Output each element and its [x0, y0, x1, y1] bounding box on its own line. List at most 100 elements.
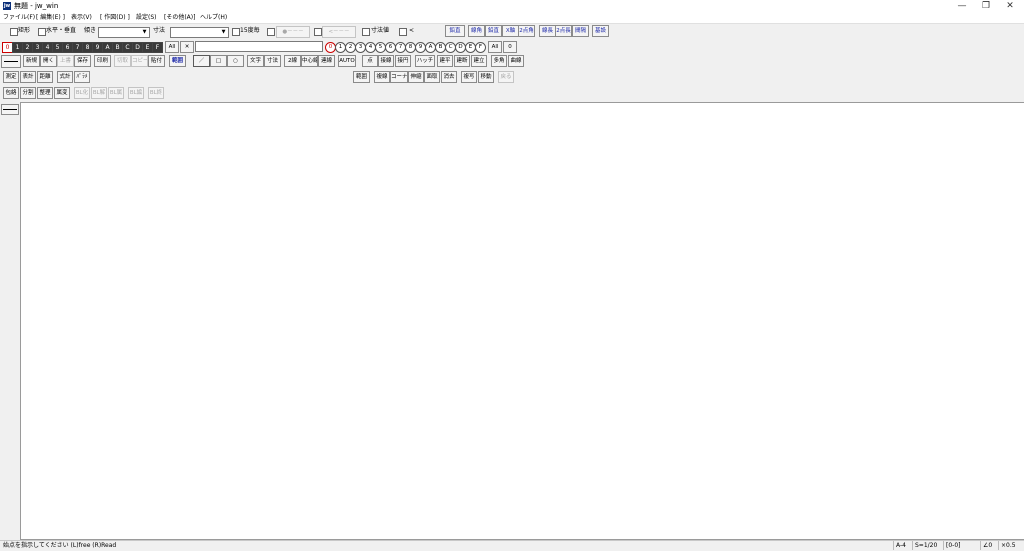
distance-button[interactable]: 距離 — [37, 71, 53, 83]
section-button[interactable]: 建断 — [454, 55, 470, 67]
envelope-button[interactable]: 包絡 — [3, 87, 19, 99]
layers-clear-button[interactable]: ✕ — [180, 41, 194, 53]
drawing-canvas[interactable] — [20, 102, 1024, 540]
close-button[interactable]: ✕ — [998, 0, 1022, 12]
window-title: 無題 - jw_win — [14, 2, 59, 10]
tool-line-length-button[interactable]: 線長 — [539, 25, 556, 37]
range-button[interactable]: 範囲 — [169, 55, 186, 67]
linetype-preview[interactable] — [1, 55, 21, 68]
deg15-label: 15度毎 — [240, 27, 260, 34]
tangent-circle-button[interactable]: 接円 — [395, 55, 411, 67]
open-button[interactable]: 開く — [40, 55, 57, 67]
dots2-button[interactable]: <－－－ — [322, 26, 356, 38]
point-button[interactable]: 点 — [362, 55, 378, 67]
layers-all-button[interactable]: All — [165, 41, 179, 53]
menu-other[interactable]: [その他(A)] — [164, 13, 195, 22]
draw-rect-button[interactable]: □ — [210, 55, 227, 67]
tool-vertical-button[interactable]: 鉛直 — [445, 25, 465, 37]
overwrite-button[interactable]: 上書 — [57, 55, 74, 67]
tool-interval-button[interactable]: 間隔 — [572, 25, 589, 37]
menu-draw[interactable]: [ 作図(D) ] — [100, 13, 130, 22]
groups-zero-button[interactable]: 0 — [503, 41, 517, 53]
zoom-display[interactable]: ×0.5 — [998, 541, 1023, 550]
block-edit-button[interactable]: BL編 — [128, 87, 144, 99]
groups-all-button[interactable]: All — [488, 41, 502, 53]
menu-file[interactable]: ファイル(F) — [3, 13, 35, 22]
corner-button[interactable]: コーナー — [390, 71, 408, 83]
menu-help[interactable]: ヘルプ(H) — [200, 13, 227, 22]
layer-name-field[interactable] — [195, 41, 323, 52]
select-range-button[interactable]: 範囲 — [353, 71, 370, 83]
minimize-button[interactable]: — — [950, 0, 974, 12]
paste-button[interactable]: 貼付 — [148, 55, 165, 67]
rect-checkbox[interactable] — [10, 28, 18, 36]
erase-button[interactable]: 消去 — [441, 71, 457, 83]
hatch-button[interactable]: ハッチ — [415, 55, 435, 67]
block-attr-button[interactable]: BL属 — [108, 87, 124, 99]
tool-line-angle-button[interactable]: 線角 — [468, 25, 485, 37]
table-calc-button[interactable]: 表計 — [20, 71, 36, 83]
tangent-button[interactable]: 接線 — [378, 55, 394, 67]
polygon-button[interactable]: 多角 — [491, 55, 507, 67]
duplicate-button[interactable]: 複写 — [461, 71, 477, 83]
linewidth-preview[interactable] — [1, 104, 19, 115]
chamfer-button[interactable]: 面取 — [424, 71, 440, 83]
line-icon — [3, 109, 17, 110]
hv-checkbox[interactable] — [38, 28, 46, 36]
dots1-button[interactable]: ●－－－ — [276, 26, 310, 38]
curve-button[interactable]: 曲線 — [508, 55, 524, 67]
menu-settings[interactable]: 設定(S) — [136, 13, 157, 22]
stretch-button[interactable]: 伸縮 — [408, 71, 424, 83]
dim-combo[interactable]: ▼ — [170, 27, 229, 38]
offset-button[interactable]: 複線 — [374, 71, 390, 83]
slope-combo[interactable]: ▼ — [98, 27, 150, 38]
dots1-checkbox[interactable] — [267, 28, 275, 36]
plan-button[interactable]: 建平 — [437, 55, 453, 67]
tool-xaxis-button[interactable]: X軸 — [502, 25, 519, 37]
center-line-button[interactable]: 中心線 — [301, 55, 318, 67]
tool-vert2-button[interactable]: 鉛直 — [485, 25, 502, 37]
text-button[interactable]: 文字 — [247, 55, 264, 67]
layer-display[interactable]: [0-0] — [943, 541, 979, 550]
draw-line-button[interactable]: ／ — [193, 55, 210, 67]
group-button-f[interactable]: F — [475, 42, 486, 53]
tool-base-button[interactable]: 基設 — [592, 25, 609, 37]
menu-view[interactable]: 表示(V) — [71, 13, 92, 22]
new-button[interactable]: 新規 — [23, 55, 40, 67]
double-line-button[interactable]: 2線 — [284, 55, 301, 67]
elevation-button[interactable]: 建立 — [471, 55, 487, 67]
undo-button[interactable]: 戻る — [498, 71, 514, 83]
block-create-button[interactable]: BL化 — [74, 87, 90, 99]
block-explode-button[interactable]: BL解 — [91, 87, 107, 99]
parametric-button[interactable]: ﾊﾟﾗﾒ — [74, 71, 90, 83]
cut-button[interactable]: 切取 — [114, 55, 131, 67]
arrange-button[interactable]: 整理 — [37, 87, 53, 99]
dim-button[interactable]: 寸法 — [264, 55, 281, 67]
block-end-button[interactable]: BL終 — [148, 87, 164, 99]
lt-checkbox[interactable] — [399, 28, 407, 36]
tool-2pt-angle-button[interactable]: 2点角 — [518, 25, 535, 37]
print-button[interactable]: 印刷 — [94, 55, 111, 67]
draw-circle-button[interactable]: ○ — [227, 55, 244, 67]
divide-button[interactable]: 分割 — [20, 87, 36, 99]
save-button[interactable]: 保存 — [74, 55, 91, 67]
menu-edit[interactable]: [ 編集(E) ] — [36, 13, 65, 22]
deg15-checkbox[interactable] — [232, 28, 240, 36]
attr-change-button[interactable]: 属変 — [54, 87, 70, 99]
scale-display[interactable]: S=1/20 — [912, 541, 943, 550]
dots2-checkbox[interactable] — [314, 28, 322, 36]
angle-display[interactable]: ∠0 — [980, 541, 997, 550]
dimval-checkbox[interactable] — [362, 28, 370, 36]
move-button[interactable]: 移動 — [478, 71, 494, 83]
rect-label: 矩形 — [18, 27, 31, 34]
formula-button[interactable]: 式計 — [57, 71, 73, 83]
maximize-button[interactable]: ❐ — [974, 0, 998, 12]
continuous-line-button[interactable]: 連線 — [318, 55, 335, 67]
tool-2pt-length-button[interactable]: 2点長 — [555, 25, 572, 37]
paper-size[interactable]: A-4 — [893, 541, 912, 550]
status-bar: 始点を指示してください (L)free (R)Read A-4 S=1/20 [… — [0, 540, 1024, 551]
measure-button[interactable]: 測定 — [3, 71, 19, 83]
auto-button[interactable]: AUTO — [338, 55, 356, 67]
copy-button[interactable]: コピー — [131, 55, 148, 67]
layer-button-f[interactable]: F — [152, 42, 163, 53]
